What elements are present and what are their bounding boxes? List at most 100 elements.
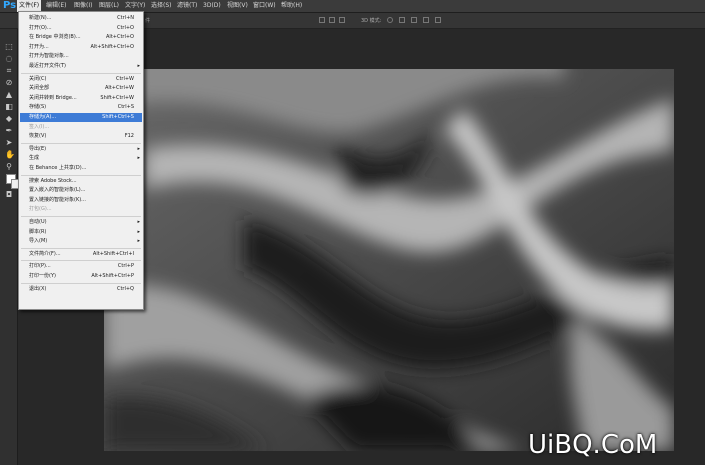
file-menu-item[interactable]: 打印(P)... Ctrl+P: [20, 262, 142, 271]
3d-slide-icon[interactable]: [423, 17, 429, 23]
align-icon[interactable]: [319, 17, 325, 23]
3d-pan-icon[interactable]: [411, 17, 417, 23]
hand-tool-icon[interactable]: ✋: [5, 151, 15, 159]
submenu-arrow-icon: ▸: [137, 228, 140, 235]
menu-item-label: 脚本(R): [29, 228, 47, 235]
file-menu-item[interactable]: 在 Behance 上共享(D)...: [20, 164, 142, 173]
tools-panel: ⬚ ◌ ⌗ ⊘ ▲ ◧ ◆ ✒ ➤ ✋ ⚲ ◘: [0, 29, 21, 465]
menu-view[interactable]: 视图(V): [227, 0, 248, 12]
menu-help[interactable]: 帮助(H): [281, 0, 302, 12]
menu-separator: [21, 260, 141, 262]
menu-item-label: 导出(E): [29, 145, 47, 152]
file-menu-item[interactable]: 导入(M) ▸: [20, 237, 142, 246]
file-menu-item[interactable]: 导出(E) ▸: [20, 145, 142, 154]
file-menu-item[interactable]: 搜索 Adobe Stock...: [20, 177, 142, 186]
eyedropper-tool-icon[interactable]: ⊘: [5, 79, 13, 87]
align-icon[interactable]: [329, 17, 335, 23]
menu-item-label: 恢复(V): [29, 133, 47, 140]
menu-item-label: 打开为智能对象...: [29, 53, 69, 60]
menu-item-label: 存储为(A)...: [29, 114, 57, 120]
menu-separator: [21, 247, 141, 249]
3d-scale-icon[interactable]: [435, 17, 441, 23]
file-menu-item[interactable]: 打开为... Alt+Shift+Ctrl+O: [20, 43, 142, 52]
menu-item-label: 签入(I)...: [29, 123, 50, 130]
menu-select[interactable]: 选择(S): [151, 0, 172, 12]
file-menu-item[interactable]: 关闭全部 Alt+Ctrl+W: [20, 84, 142, 93]
marquee-tool-icon[interactable]: ⬚: [5, 43, 13, 51]
submenu-arrow-icon: ▸: [137, 63, 140, 69]
options-fragment-label: 件: [145, 18, 151, 24]
menu-item-shortcut: Alt+Ctrl+W: [105, 85, 134, 92]
menu-item-label: 退出(X): [29, 285, 47, 292]
pen-tool-icon[interactable]: ✒: [5, 127, 13, 135]
menu-item-shortcut: Ctrl+S: [117, 104, 134, 111]
menu-item-label: 置入链接的智能对象(K)...: [29, 196, 86, 203]
menu-separator: [21, 216, 141, 217]
file-menu-item[interactable]: 存储为(A)... Shift+Ctrl+S: [20, 113, 142, 122]
file-menu-item[interactable]: 置入嵌入的智能对象(L)...: [20, 186, 142, 195]
blur-tool-icon[interactable]: ◆: [5, 115, 13, 123]
menu-item-label: 打包(G)...: [29, 206, 52, 213]
menu-item-label: 关闭全部: [29, 85, 50, 92]
file-menu-item[interactable]: 在 Bridge 中浏览(B)... Alt+Ctrl+O: [20, 33, 142, 42]
menu-item-label: 最近打开文件(T): [29, 63, 66, 69]
menu-separator: [21, 174, 141, 176]
file-menu-item[interactable]: 存储(S) Ctrl+S: [20, 103, 142, 112]
menu-item-label: 在 Behance 上共享(D)...: [29, 165, 87, 171]
file-menu-item[interactable]: 退出(X) Ctrl+Q: [20, 285, 142, 294]
file-menu-item[interactable]: 打开为智能对象...: [20, 52, 142, 61]
menu-separator: [21, 142, 141, 144]
file-menu-item[interactable]: 置入链接的智能对象(K)...: [20, 196, 142, 205]
3d-roll-icon[interactable]: [399, 17, 405, 23]
menu-item-shortcut: Shift+Ctrl+W: [100, 94, 134, 101]
menu-item-shortcut: Ctrl+Q: [116, 285, 134, 292]
file-menu-item[interactable]: 恢复(V) F12: [20, 132, 142, 141]
zoom-tool-icon[interactable]: ⚲: [5, 163, 13, 171]
menu-item-shortcut: Alt+Shift+Ctrl+I: [92, 250, 134, 257]
file-menu-item[interactable]: 关闭并转到 Bridge... Shift+Ctrl+W: [20, 94, 142, 103]
menu-item-shortcut: Ctrl+N: [117, 15, 134, 21]
path-select-tool-icon[interactable]: ➤: [5, 139, 13, 147]
crop-tool-icon[interactable]: ⌗: [5, 67, 13, 75]
menu-item-shortcut: Ctrl+W: [115, 75, 134, 82]
menu-filter[interactable]: 滤镜(T): [177, 0, 197, 12]
photoshop-logo: Ps: [3, 0, 17, 11]
menu-separator: [21, 72, 141, 74]
menu-item-label: 关闭并转到 Bridge...: [29, 94, 77, 101]
file-menu-item[interactable]: 新建(N)... Ctrl+N: [20, 14, 142, 23]
menu-item-label: 打印(P)...: [29, 263, 51, 270]
document-canvas[interactable]: [104, 69, 674, 451]
3d-mode-label: 3D 模式:: [361, 18, 382, 24]
file-menu-item[interactable]: 文件简介(F)... Alt+Shift+Ctrl+I: [20, 250, 142, 259]
quick-mask-icon[interactable]: ◘: [5, 191, 13, 199]
menu-item-label: 生成: [29, 155, 40, 162]
file-menu-item[interactable]: 关闭(C) Ctrl+W: [20, 75, 142, 84]
menu-item-label: 存储(S): [29, 104, 47, 111]
menu-item-label: 置入嵌入的智能对象(L)...: [29, 187, 86, 194]
menu-item-shortcut: Alt+Shift+Ctrl+P: [91, 273, 134, 279]
menu-3d[interactable]: 3D(D): [203, 0, 221, 12]
file-menu-item[interactable]: 生成 ▸: [20, 154, 142, 163]
file-menu-item[interactable]: 打开(O)... Ctrl+O: [20, 24, 142, 33]
menu-item-label: 关闭(C): [29, 75, 47, 82]
eraser-tool-icon[interactable]: ◧: [5, 103, 13, 111]
file-menu-item[interactable]: 自动(U) ▸: [20, 218, 142, 227]
menu-item-label: 文件简介(F)...: [29, 250, 61, 257]
file-menu-item: 打包(G)...: [20, 205, 142, 214]
menu-item-label: 打开(O)...: [29, 24, 52, 31]
submenu-arrow-icon: ▸: [137, 238, 140, 245]
3d-rotate-icon[interactable]: [387, 17, 393, 23]
align-icon[interactable]: [339, 17, 345, 23]
menu-item-label: 搜索 Adobe Stock...: [29, 177, 77, 184]
menu-window[interactable]: 窗口(W): [253, 0, 276, 12]
file-menu-dropdown: 新建(N)... Ctrl+N 打开(O)... Ctrl+O 在 Bridge 中浏览…: [18, 11, 144, 310]
lasso-tool-icon[interactable]: ◌: [5, 55, 13, 63]
silk-fabric-image: [104, 69, 674, 451]
stamp-tool-icon[interactable]: ▲: [5, 91, 13, 99]
file-menu-item: 签入(I)...: [20, 123, 142, 132]
submenu-arrow-icon: ▸: [137, 145, 140, 152]
file-menu-item[interactable]: 脚本(R) ▸: [20, 228, 142, 237]
submenu-arrow-icon: ▸: [137, 219, 140, 225]
file-menu-item[interactable]: 最近打开文件(T) ▸: [20, 62, 142, 71]
file-menu-item[interactable]: 打印一份(Y) Alt+Shift+Ctrl+P: [20, 272, 142, 281]
